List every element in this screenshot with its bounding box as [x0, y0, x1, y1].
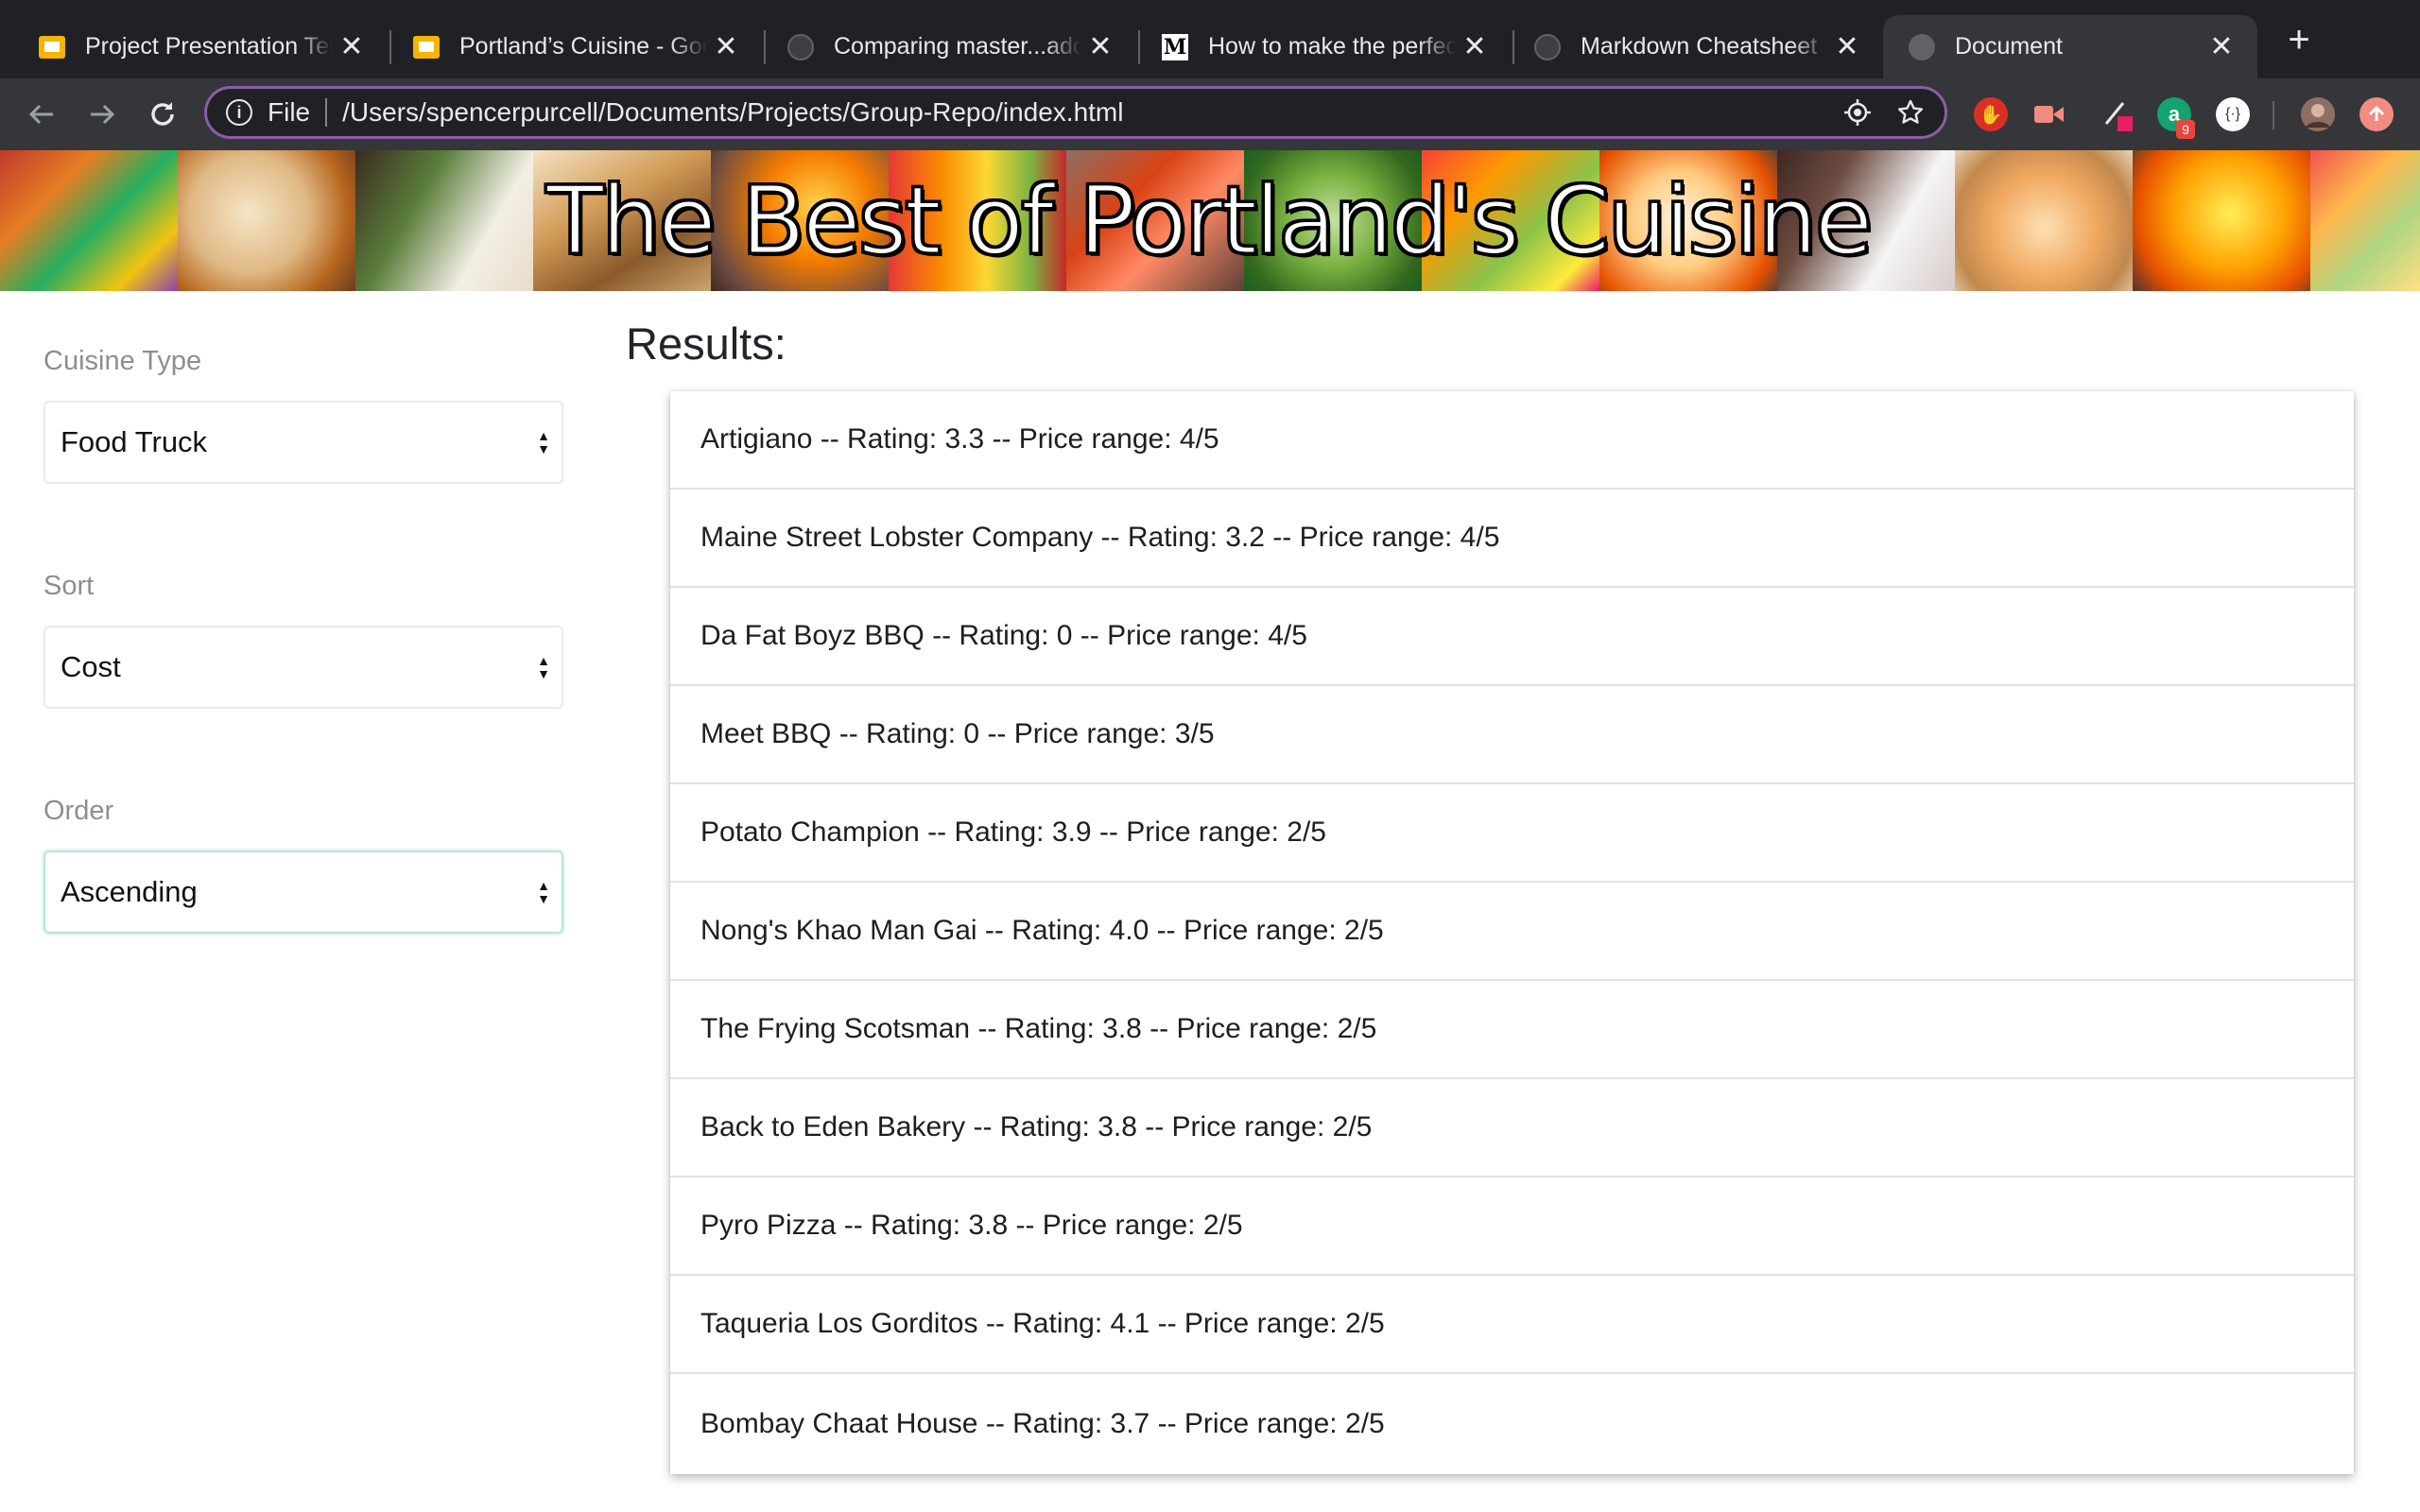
- new-tab-button[interactable]: +: [2278, 19, 2320, 60]
- address-bar[interactable]: i File /Users/spencerpurcell/Documents/P…: [204, 86, 1947, 139]
- cuisine-type-filter: Cuisine Type Food Truck ▲ ▼: [43, 346, 563, 484]
- sort-select[interactable]: Cost ▲ ▼: [43, 626, 563, 709]
- tab-portlands-cuisine-slides[interactable]: Portland’s Cuisine - Google Slides ✕: [388, 15, 762, 78]
- globe-icon: [1908, 33, 1936, 61]
- tab-title: How to make the perfect: [1208, 33, 1456, 60]
- video-camera-icon[interactable]: [2032, 97, 2066, 131]
- color-picker-icon[interactable]: [2100, 97, 2135, 131]
- github-icon: [786, 33, 815, 61]
- order-select[interactable]: Ascending ▲ ▼: [43, 850, 563, 934]
- result-item[interactable]: Artigiano -- Rating: 3.3 -- Price range:…: [670, 391, 2354, 490]
- extension-badge: 9: [2176, 120, 2195, 139]
- tab-title: Comparing master...add-: [834, 33, 1081, 60]
- order-label: Order: [43, 796, 114, 826]
- profile-avatar-icon[interactable]: [2301, 97, 2335, 131]
- update-arrow-icon[interactable]: [2360, 97, 2394, 131]
- toolbar-divider: [2273, 101, 2274, 129]
- close-icon[interactable]: ✕: [707, 28, 745, 66]
- divider: [325, 98, 328, 127]
- result-item[interactable]: Meet BBQ -- Rating: 0 -- Price range: 3/…: [670, 686, 2354, 784]
- tab-markdown-cheatsheet[interactable]: Markdown Cheatsheet · ✕: [1509, 15, 1883, 78]
- results-heading: Results:: [626, 318, 786, 369]
- tab-project-presentation[interactable]: Project Presentation Template ✕: [13, 15, 388, 78]
- bookmark-star-icon[interactable]: [1892, 94, 1929, 131]
- tab-document-active[interactable]: Document ✕: [1883, 15, 2257, 78]
- slides-icon: [38, 33, 66, 61]
- location-target-icon[interactable]: [1839, 94, 1876, 131]
- ublock-icon[interactable]: ✋: [1974, 97, 2008, 131]
- result-item[interactable]: Back to Eden Bakery -- Rating: 3.8 -- Pr…: [670, 1079, 2354, 1177]
- sort-value: Cost: [60, 650, 121, 683]
- result-item[interactable]: Pyro Pizza -- Rating: 3.8 -- Price range…: [670, 1177, 2354, 1276]
- tab-medium-article[interactable]: M How to make the perfect ✕: [1136, 15, 1511, 78]
- close-icon[interactable]: ✕: [1081, 28, 1119, 66]
- sort-filter: Sort Cost ▲ ▼: [43, 571, 563, 709]
- info-icon[interactable]: i: [226, 99, 252, 126]
- close-icon[interactable]: ✕: [1828, 28, 1866, 66]
- url-text[interactable]: /Users/spencerpurcell/Documents/Projects…: [342, 97, 1839, 128]
- cuisine-type-select[interactable]: Food Truck ▲ ▼: [43, 401, 563, 484]
- medium-icon: M: [1162, 33, 1188, 60]
- cuisine-type-label: Cuisine Type: [43, 346, 202, 376]
- order-filter: Order Ascending ▲ ▼: [43, 796, 563, 934]
- tab-title: Project Presentation Template: [85, 33, 333, 60]
- reload-icon[interactable]: [144, 95, 182, 133]
- close-icon[interactable]: ✕: [2203, 28, 2240, 66]
- close-icon[interactable]: ✕: [1456, 28, 1494, 66]
- page-title: The Best of Portland's Cuisine: [544, 164, 1874, 278]
- tab-title: Document: [1955, 33, 2063, 60]
- select-arrows-icon: ▲ ▼: [537, 878, 550, 906]
- result-item[interactable]: Maine Street Lobster Company -- Rating: …: [670, 490, 2354, 588]
- select-arrows-icon: ▲ ▼: [537, 428, 550, 456]
- tab-title: Portland’s Cuisine - Google Slides: [459, 33, 707, 60]
- result-item[interactable]: Taqueria Los Gorditos -- Rating: 4.1 -- …: [670, 1276, 2354, 1374]
- result-item[interactable]: The Frying Scotsman -- Rating: 3.8 -- Pr…: [670, 981, 2354, 1079]
- order-value: Ascending: [60, 875, 198, 908]
- slides-icon: [412, 33, 441, 61]
- hero-banner: The Best of Portland's Cuisine: [0, 150, 2420, 291]
- select-arrows-icon: ▲ ▼: [537, 653, 550, 681]
- result-item[interactable]: Nong's Khao Man Gai -- Rating: 4.0 -- Pr…: [670, 883, 2354, 981]
- json-viewer-icon[interactable]: {·}: [2216, 97, 2250, 131]
- sort-label: Sort: [43, 571, 95, 601]
- browser-toolbar: i File /Users/spencerpurcell/Documents/P…: [0, 78, 2420, 150]
- result-item[interactable]: Da Fat Boyz BBQ -- Rating: 0 -- Price ra…: [670, 588, 2354, 686]
- scheme-label: File: [268, 97, 311, 127]
- results-list: Artigiano -- Rating: 3.3 -- Price range:…: [670, 391, 2354, 1474]
- result-item[interactable]: Potato Champion -- Rating: 3.9 -- Price …: [670, 784, 2354, 883]
- forward-arrow-icon[interactable]: [83, 95, 121, 133]
- back-arrow-icon[interactable]: [23, 95, 60, 133]
- cuisine-type-value: Food Truck: [60, 425, 208, 458]
- result-item[interactable]: Bombay Chaat House -- Rating: 3.7 -- Pri…: [670, 1374, 2354, 1474]
- close-icon[interactable]: ✕: [333, 28, 371, 66]
- tab-strip: Project Presentation Template ✕ Portland…: [0, 0, 2420, 78]
- tab-title: Markdown Cheatsheet ·: [1581, 33, 1828, 60]
- tab-comparing-master[interactable]: Comparing master...add- ✕: [762, 15, 1136, 78]
- github-icon: [1533, 33, 1562, 61]
